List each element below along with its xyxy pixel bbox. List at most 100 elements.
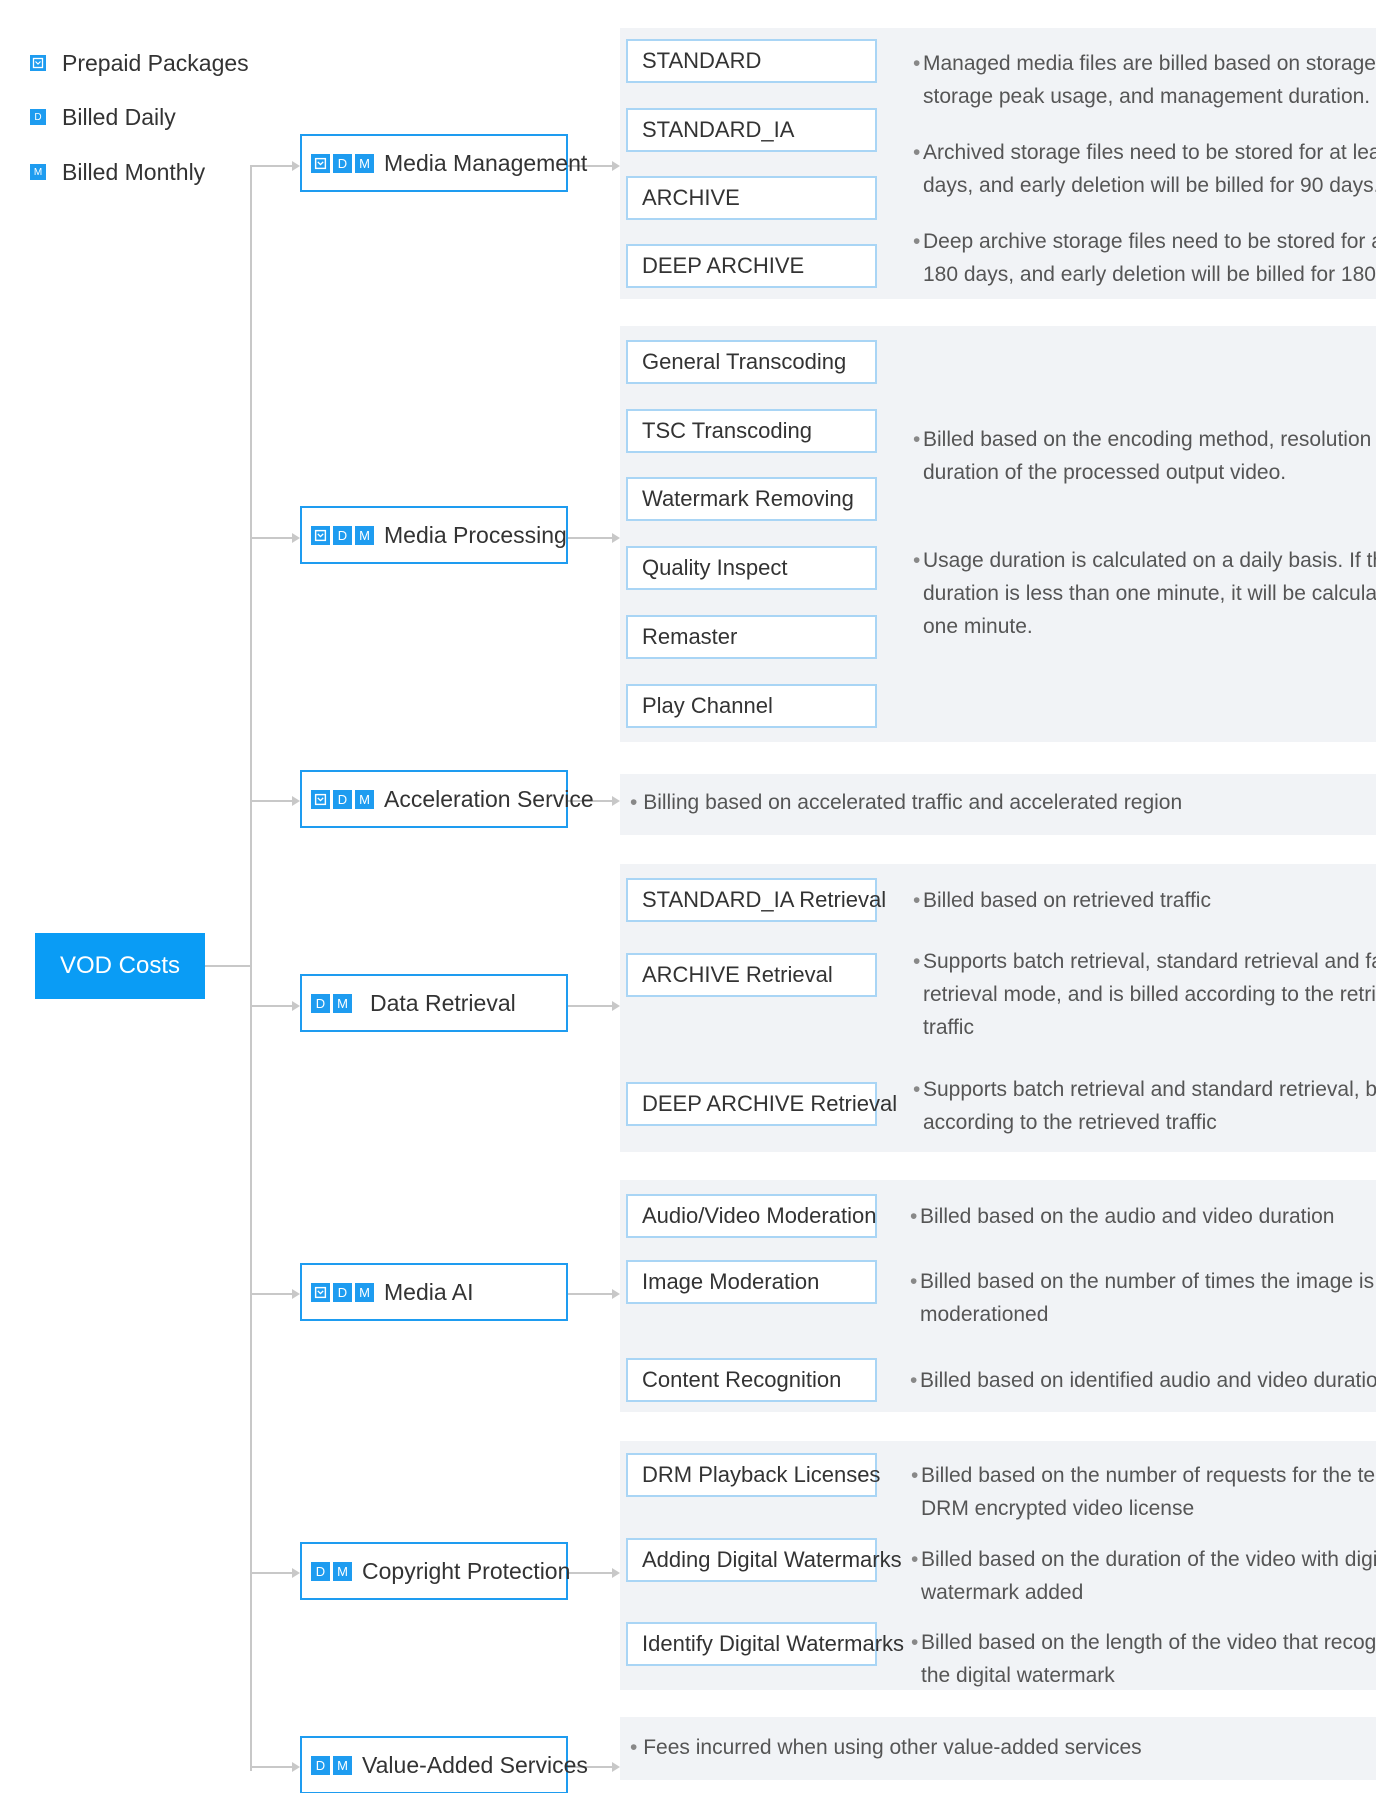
description: • Managed media files are billed based o… <box>913 52 1376 108</box>
branch-line <box>250 1572 292 1574</box>
panel-media-ai: Audio/Video Moderation Image Moderation … <box>620 1180 1376 1412</box>
branch-line <box>250 1005 292 1007</box>
category-label: Copyright Protection <box>362 1557 571 1584</box>
description: • Billing based on accelerated traffic a… <box>630 791 1183 814</box>
panel-copyright-protection: DRM Playback Licenses Adding Digital Wat… <box>620 1441 1376 1690</box>
legend-label: Billed Daily <box>62 103 176 130</box>
branch-line <box>250 165 292 167</box>
panel-arrow <box>612 1001 620 1011</box>
branch-arrow <box>292 533 300 543</box>
panel-connector <box>568 1005 612 1007</box>
daily-icon: D <box>333 153 352 173</box>
monthly-icon: M <box>333 1755 352 1775</box>
description: • Billed based on identified audio and v… <box>910 1369 1376 1392</box>
branch-line <box>250 537 292 539</box>
monthly-icon: M <box>30 164 46 180</box>
panel-media-processing: General Transcoding TSC Transcoding Wate… <box>620 326 1376 742</box>
description: • Deep archive storage files need to be … <box>913 230 1376 286</box>
daily-icon: D <box>311 1755 330 1775</box>
root-connector <box>205 965 251 967</box>
sub-item: Quality Inspect <box>626 546 877 590</box>
panel-value-added-services: • Fees incurred when using other value-a… <box>620 1717 1376 1780</box>
description: • Billed based on the audio and video du… <box>910 1205 1335 1228</box>
description: • Billed based on the number of requests… <box>911 1464 1376 1520</box>
sub-item: Image Moderation <box>626 1260 877 1304</box>
sub-item: Content Recognition <box>626 1358 877 1402</box>
monthly-icon: M <box>333 993 352 1013</box>
panel-data-retrieval: STANDARD_IA Retrieval ARCHIVE Retrieval … <box>620 864 1376 1152</box>
sub-item: Remaster <box>626 615 877 659</box>
description: • Supports batch retrieval and standard … <box>913 1078 1376 1134</box>
category-data-retrieval: D M Data Retrieval <box>300 974 568 1032</box>
daily-icon: D <box>333 525 352 545</box>
category-label: Media AI <box>384 1278 474 1305</box>
monthly-icon: M <box>333 1561 352 1581</box>
daily-icon: D <box>311 993 330 1013</box>
panel-acceleration-service: • Billing based on accelerated traffic a… <box>620 774 1376 835</box>
sub-item: DRM Playback Licenses <box>626 1453 880 1497</box>
daily-icon: D <box>333 1282 352 1302</box>
sub-item: General Transcoding <box>626 340 877 384</box>
description: • Archived storage files need to be stor… <box>913 141 1376 197</box>
root-label: VOD Costs <box>59 952 181 979</box>
panel-connector <box>568 537 612 539</box>
sub-item: STANDARD_IA <box>626 108 877 152</box>
panel-media-management: STANDARD STANDARD_IA ARCHIVE DEEP ARCHIV… <box>620 28 1376 299</box>
branch-line <box>250 800 292 802</box>
branch-arrow <box>292 1762 300 1772</box>
panel-connector <box>568 1572 612 1574</box>
branch-line <box>250 1293 292 1295</box>
legend-item-daily: D Billed Daily <box>30 102 176 132</box>
category-label: Value-Added Services <box>362 1751 588 1778</box>
sub-item: Adding Digital Watermarks <box>626 1538 902 1582</box>
description: • Usage duration is calculated on a dail… <box>913 549 1376 638</box>
prepaid-icon <box>311 1282 330 1302</box>
monthly-icon: M <box>355 525 374 545</box>
panel-arrow <box>612 1289 620 1299</box>
vod-costs-diagram: Prepaid Packages D Billed Daily M Billed… <box>0 0 1376 1793</box>
prepaid-icon <box>30 55 46 71</box>
sub-item: STANDARD_IA Retrieval <box>626 878 886 922</box>
category-copyright-protection: D M Copyright Protection <box>300 1542 571 1600</box>
branch-arrow <box>292 1001 300 1011</box>
legend-item-prepaid: Prepaid Packages <box>30 48 249 78</box>
sub-item: DEEP ARCHIVE Retrieval <box>626 1082 897 1126</box>
description: • Billed based on retrieved traffic <box>913 889 1211 912</box>
description: • Fees incurred when using other value-a… <box>630 1736 1142 1759</box>
panel-arrow <box>612 1568 620 1578</box>
category-label: Acceleration Service <box>384 785 594 812</box>
prepaid-icon <box>311 153 330 173</box>
category-acceleration-service: D M Acceleration Service <box>300 770 594 828</box>
sub-item: ARCHIVE Retrieval <box>626 953 877 997</box>
sub-item: DEEP ARCHIVE <box>626 244 877 288</box>
sub-item: ARCHIVE <box>626 176 877 220</box>
prepaid-icon <box>311 789 330 809</box>
branch-arrow <box>292 796 300 806</box>
trunk-line <box>250 165 252 1771</box>
sub-item: Watermark Removing <box>626 477 877 521</box>
category-value-added-services: D M Value-Added Services <box>300 1736 588 1793</box>
sub-item: TSC Transcoding <box>626 409 877 453</box>
sub-item: Audio/Video Moderation <box>626 1194 877 1238</box>
daily-icon: D <box>30 109 46 125</box>
monthly-icon: M <box>355 1282 374 1302</box>
category-media-management: D M Media Management <box>300 134 587 192</box>
daily-icon: D <box>311 1561 330 1581</box>
sub-item: Identify Digital Watermarks <box>626 1622 904 1666</box>
description: • Supports batch retrieval, standard ret… <box>913 950 1376 1039</box>
category-media-processing: D M Media Processing <box>300 506 568 564</box>
branch-line <box>250 1766 292 1768</box>
category-label: Media Processing <box>384 521 567 548</box>
monthly-icon: M <box>355 153 374 173</box>
category-label: Data Retrieval <box>370 989 516 1016</box>
description: • Billed based on the encoding method, r… <box>913 428 1376 484</box>
prepaid-icon <box>311 525 330 545</box>
description: • Billed based on the length of the vide… <box>911 1631 1376 1687</box>
legend-item-monthly: M Billed Monthly <box>30 157 205 187</box>
sub-item: STANDARD <box>626 39 877 83</box>
legend-label: Prepaid Packages <box>62 49 249 76</box>
branch-arrow <box>292 1289 300 1299</box>
panel-arrow <box>612 161 620 171</box>
panel-connector <box>568 1293 612 1295</box>
monthly-icon: M <box>355 789 374 809</box>
